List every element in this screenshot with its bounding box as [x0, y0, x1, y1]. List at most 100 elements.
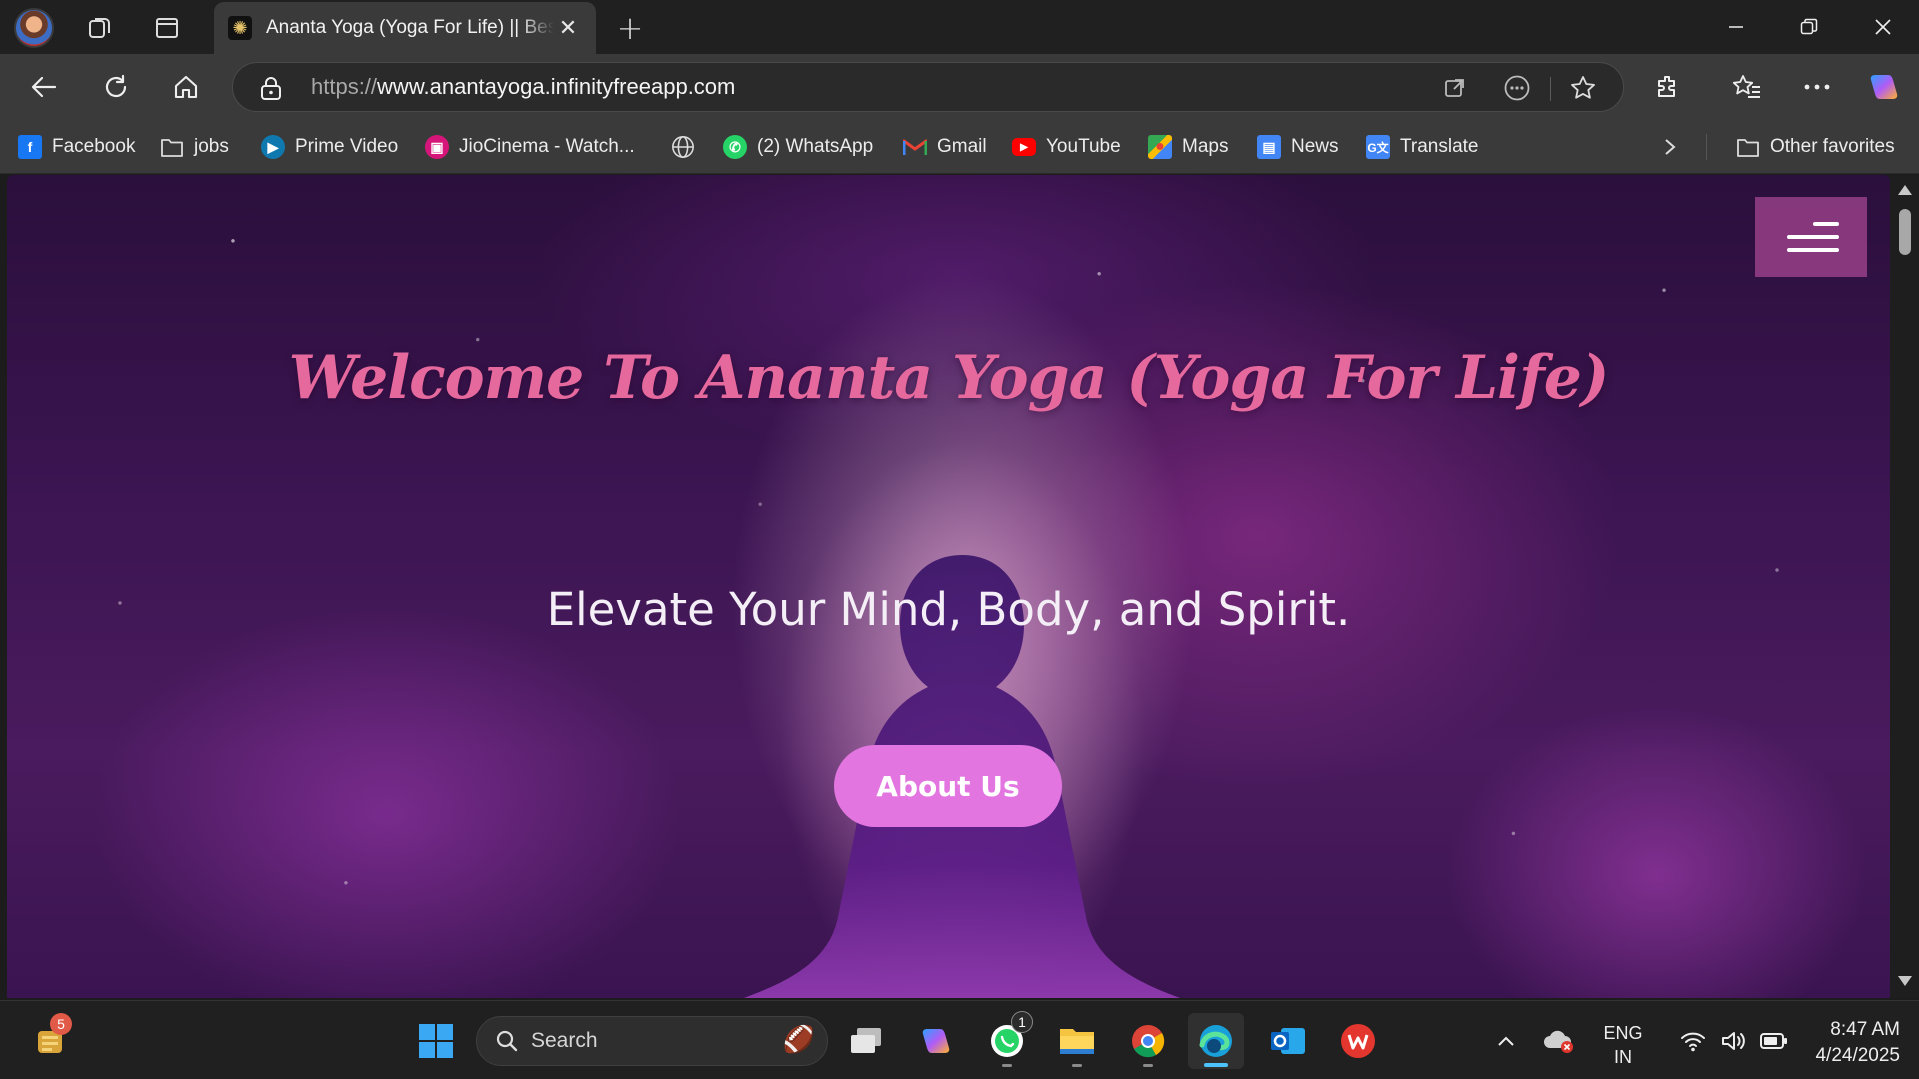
input-language-indicator[interactable]: ENG IN: [1594, 1021, 1652, 1069]
language-code: ENG: [1603, 1023, 1643, 1043]
address-bar[interactable]: https://www.anantayoga.infinityfreeapp.c…: [232, 62, 1624, 112]
gmail-icon: [903, 135, 927, 159]
bookmark-label: Prime Video: [295, 136, 399, 157]
workspaces-icon[interactable]: [80, 8, 120, 48]
restore-button[interactable]: [1773, 0, 1845, 54]
other-favorites-label: Other favorites: [1770, 136, 1895, 157]
edge-icon[interactable]: [1188, 1013, 1244, 1069]
new-tab-button[interactable]: +: [610, 8, 650, 48]
folder-icon: [1736, 135, 1760, 159]
widgets-badge: 5: [50, 1013, 72, 1035]
url-scheme: https://: [311, 74, 378, 99]
bookmark-jiocinema[interactable]: ▣ JioCinema - Watch...: [425, 132, 635, 162]
clock[interactable]: 8:47 AM 4/24/2025: [1790, 1017, 1900, 1069]
youtube-icon: ▶: [1012, 138, 1036, 156]
scroll-up-arrow-icon[interactable]: [1898, 185, 1912, 195]
clock-date: 4/24/2025: [1815, 1045, 1900, 1066]
bookmark-whatsapp[interactable]: ✆ (2) WhatsApp: [723, 132, 873, 162]
close-window-button[interactable]: [1847, 0, 1919, 54]
open-in-app-icon[interactable]: [1439, 72, 1471, 104]
vertical-tabs-icon[interactable]: [147, 8, 187, 48]
prime-video-icon: ▶: [261, 135, 285, 159]
refresh-button[interactable]: [92, 63, 140, 111]
show-hidden-icons-chevron[interactable]: [1486, 1013, 1526, 1069]
facebook-icon: f: [18, 135, 42, 159]
site-favicon-icon: ✺: [228, 16, 252, 40]
folder-icon: [160, 135, 184, 159]
translate-icon: G文: [1366, 135, 1390, 159]
wps-office-icon[interactable]: [1330, 1013, 1386, 1069]
battery-icon: [1760, 1033, 1787, 1049]
task-view-button[interactable]: [838, 1013, 894, 1069]
news-icon: ▤: [1257, 135, 1281, 159]
taskbar-search-box[interactable]: Search 🏈: [476, 1016, 828, 1066]
hamburger-menu-button[interactable]: [1755, 197, 1867, 277]
search-label: Search: [531, 1029, 598, 1052]
url-text[interactable]: https://www.anantayoga.infinityfreeapp.c…: [311, 74, 735, 100]
navigation-bar: https://www.anantayoga.infinityfreeapp.c…: [0, 54, 1919, 146]
minimize-button[interactable]: [1700, 0, 1772, 54]
hero-title: Welcome To Ananta Yoga (Yoga For Life): [288, 343, 1610, 413]
bookmark-label: Maps: [1182, 136, 1229, 157]
page-viewport: Welcome To Ananta Yoga (Yoga For Life) E…: [7, 175, 1890, 998]
search-icon: [496, 1030, 518, 1052]
tab-strip: ✺ Ananta Yoga (Yoga For Life) || Best Yo…: [0, 0, 1919, 54]
site-info-lock-icon[interactable]: [259, 75, 283, 105]
back-button[interactable]: [20, 63, 68, 111]
bookmark-label: YouTube: [1046, 136, 1121, 157]
bookmark-facebook[interactable]: f Facebook: [18, 132, 135, 162]
bookmark-label: News: [1291, 136, 1339, 157]
bookmark-label: Facebook: [52, 136, 136, 157]
close-tab-icon[interactable]: ✕: [554, 14, 582, 42]
profile-avatar[interactable]: [14, 8, 54, 48]
more-options-icon[interactable]: [1793, 63, 1841, 111]
url-host: www.anantayoga.infinityfreeapp.com: [377, 74, 736, 99]
start-button[interactable]: [408, 1013, 464, 1069]
bookmark-maps[interactable]: ● Maps: [1148, 132, 1228, 162]
bookmark-label: JioCinema - Watch...: [459, 136, 635, 157]
widgets-button[interactable]: 5: [22, 1013, 78, 1069]
bookmark-label: Translate: [1400, 136, 1479, 157]
bookmark-news[interactable]: ▤ News: [1257, 132, 1339, 162]
page-scrollbar[interactable]: [1890, 175, 1919, 998]
maps-icon: ●: [1148, 135, 1172, 159]
volume-icon: [1722, 1032, 1745, 1050]
windows-taskbar: 5 Search 🏈 1 ENG IN 8:47 AM 4/24/2025: [0, 1000, 1919, 1079]
bookmark-jobs[interactable]: jobs: [160, 132, 229, 162]
copilot-icon[interactable]: [1860, 63, 1908, 111]
bookmark-globe[interactable]: [671, 132, 705, 162]
favorites-icon[interactable]: [1723, 63, 1771, 111]
chrome-icon[interactable]: [1120, 1013, 1176, 1069]
page-actions-icon[interactable]: [1501, 72, 1533, 104]
search-highlight-icon: 🏈: [782, 1025, 815, 1055]
tab-active[interactable]: ✺ Ananta Yoga (Yoga For Life) || Best Yo…: [214, 2, 596, 54]
onedrive-error-icon[interactable]: [1534, 1013, 1584, 1069]
favorites-bar: f Facebook jobs ▶ Prime Video ▣ JioCinem…: [0, 120, 1919, 174]
file-explorer-icon[interactable]: [1049, 1013, 1105, 1069]
bookmark-youtube[interactable]: ▶ YouTube: [1012, 132, 1121, 162]
whatsapp-icon: ✆: [723, 135, 747, 159]
scroll-thumb[interactable]: [1899, 209, 1911, 255]
outlook-icon[interactable]: [1260, 1013, 1316, 1069]
tab-title: Ananta Yoga (Yoga For Life) || Best Yoga…: [266, 17, 554, 38]
bookmark-prime-video[interactable]: ▶ Prime Video: [261, 132, 398, 162]
wifi-icon: [1681, 1032, 1705, 1052]
bookmark-gmail[interactable]: Gmail: [903, 132, 987, 162]
more-bookmarks-chevron-icon[interactable]: [1662, 132, 1678, 162]
other-favorites-folder[interactable]: Other favorites: [1736, 132, 1895, 162]
bookmark-translate[interactable]: G文 Translate: [1366, 132, 1479, 162]
whatsapp-app-icon[interactable]: 1: [979, 1011, 1035, 1069]
hero-subtitle: Elevate Your Mind, Body, and Spirit.: [546, 583, 1351, 636]
home-button[interactable]: [162, 63, 210, 111]
whatsapp-badge: 1: [1011, 1011, 1033, 1033]
about-us-button[interactable]: About Us: [834, 745, 1062, 827]
bookmark-label: (2) WhatsApp: [757, 136, 874, 157]
region-code: IN: [1614, 1047, 1632, 1067]
clock-time: 8:47 AM: [1830, 1019, 1900, 1040]
extensions-icon[interactable]: [1644, 63, 1692, 111]
scroll-down-arrow-icon[interactable]: [1898, 976, 1912, 986]
quick-settings-button[interactable]: [1664, 1013, 1804, 1069]
copilot-app-icon[interactable]: [908, 1013, 964, 1069]
add-favorite-star-icon[interactable]: [1567, 72, 1599, 104]
jiocinema-icon: ▣: [425, 135, 449, 159]
